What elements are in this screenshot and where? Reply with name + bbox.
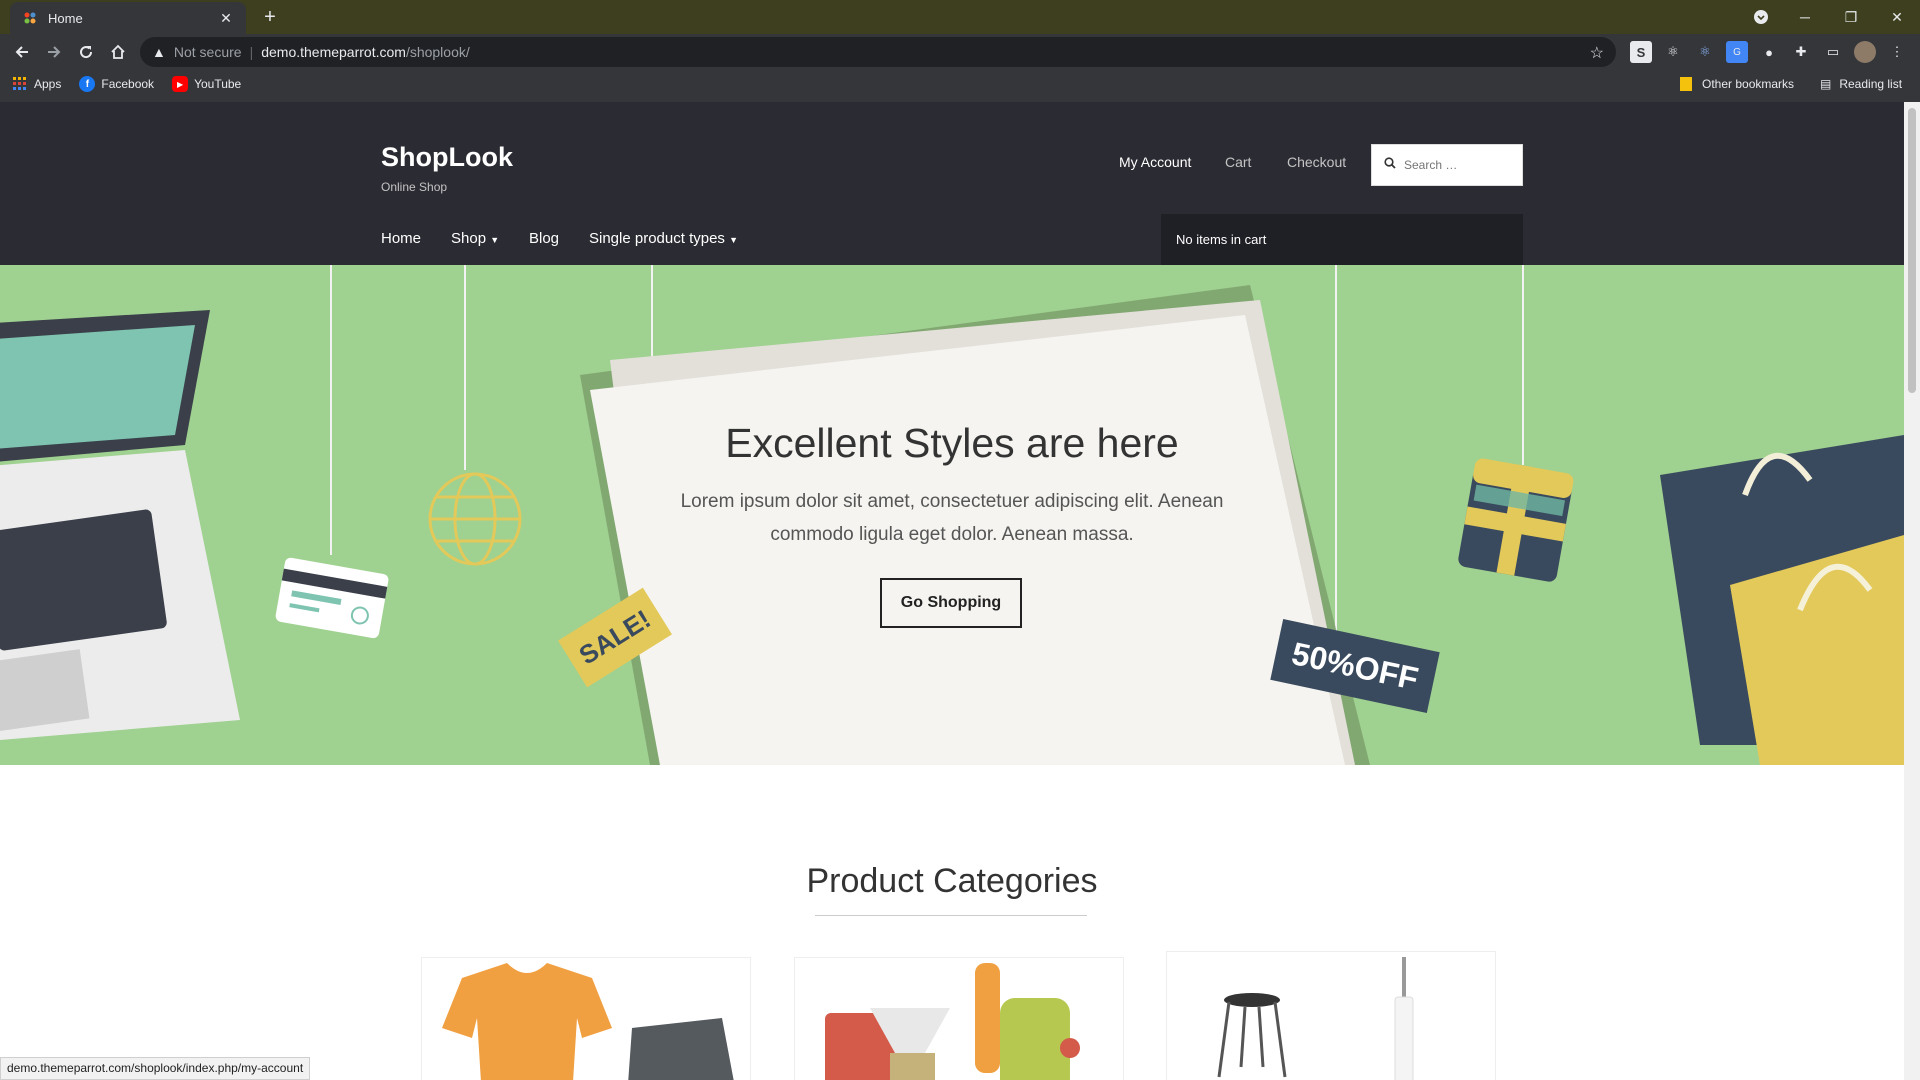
search-box[interactable] <box>1371 144 1523 186</box>
hero-text: Lorem ipsum dolor sit amet, consectetuer… <box>680 491 1224 545</box>
mini-cart[interactable]: No items in cart <box>1161 214 1523 265</box>
hero-banner: SALE! 50%OFF Excellent Styles are here L… <box>0 265 1904 765</box>
site-title[interactable]: ShopLook <box>381 142 513 173</box>
address-bar[interactable]: ▲ Not secure | demo.themeparrot.com/shop… <box>140 37 1616 67</box>
laptop-illustration <box>0 310 240 740</box>
translate-extension-icon[interactable]: G <box>1726 41 1748 63</box>
profile-avatar[interactable] <box>1854 41 1876 63</box>
cart-status: No items in cart <box>1176 232 1267 247</box>
tab-title: Home <box>48 10 83 26</box>
react-devtools-icon[interactable]: ⚛ <box>1662 41 1684 63</box>
hero-title: Excellent Styles are here <box>725 420 1179 466</box>
bookmark-facebook[interactable]: f Facebook <box>79 76 154 92</box>
gift-illustration <box>1458 458 1574 582</box>
security-label: Not secure <box>173 44 242 60</box>
nav-checkout[interactable]: Checkout <box>1287 154 1346 170</box>
product-categories-title: Product Categories <box>806 862 1098 900</box>
extensions-puzzle-icon[interactable]: ✚ <box>1790 41 1812 63</box>
joomla-favicon-icon <box>22 10 38 26</box>
other-bookmarks-label: Other bookmarks <box>1702 77 1795 91</box>
url-host: demo.themeparrot.com <box>261 44 406 60</box>
close-tab-icon[interactable]: ✕ <box>218 10 234 27</box>
section-divider <box>815 915 1087 916</box>
minimize-icon[interactable]: ─ <box>1782 0 1828 34</box>
clothing-image <box>442 963 734 1080</box>
scrollbar-thumb[interactable] <box>1908 108 1916 393</box>
nav-my-account[interactable]: My Account <box>1119 154 1191 170</box>
other-bookmarks[interactable]: Other bookmarks <box>1680 70 1794 98</box>
cast-icon[interactable]: ▭ <box>1822 41 1844 63</box>
bookmark-label: Apps <box>34 77 62 91</box>
site-description: Online Shop <box>381 180 448 194</box>
color-picker-extension-icon[interactable]: ● <box>1758 41 1780 63</box>
site-header: ShopLook Online Shop My Account Cart Che… <box>0 102 1904 265</box>
nav-single-label: Single product types <box>589 230 725 247</box>
web-page: ShopLook Online Shop My Account Cart Che… <box>0 102 1904 1080</box>
nav-single-product-types[interactable]: Single product types ▼ <box>589 230 738 247</box>
home-icon[interactable] <box>102 36 134 68</box>
category-card-clothing[interactable] <box>421 957 751 1080</box>
forward-icon[interactable] <box>38 36 70 68</box>
menu-kebab-icon[interactable]: ⋮ <box>1886 41 1908 63</box>
reading-list[interactable]: ▤ Reading list <box>1820 70 1902 98</box>
search-input[interactable] <box>1404 158 1514 172</box>
status-bar-url: demo.themeparrot.com/shoplook/index.php/… <box>0 1057 311 1080</box>
category-card-kitchen[interactable] <box>794 957 1124 1080</box>
credit-card-illustration <box>275 557 389 639</box>
bookmark-label: Facebook <box>101 77 155 91</box>
warning-icon: ▲ <box>152 44 166 60</box>
nav-home[interactable]: Home <box>381 230 421 247</box>
bookmarks-bar: Apps f Facebook ▶ YouTube Other bookmark… <box>0 70 1920 98</box>
back-icon[interactable] <box>6 36 38 68</box>
react-extension-icon[interactable]: ⚛ <box>1694 41 1716 63</box>
kitchen-image <box>825 963 1080 1080</box>
discount-tag-text: 50%OFF <box>1288 634 1422 697</box>
close-window-icon[interactable]: ✕ <box>1874 0 1920 34</box>
url-path: /shoplook/ <box>405 44 470 60</box>
go-shopping-button[interactable]: Go Shopping <box>880 578 1022 628</box>
tab-strip: Home ✕ + ─ ❐ ✕ <box>0 0 1920 34</box>
reload-icon[interactable] <box>70 36 102 68</box>
nav-shop-label: Shop <box>451 230 487 247</box>
bookmark-youtube[interactable]: ▶ YouTube <box>172 76 241 92</box>
bookmark-apps[interactable]: Apps <box>12 76 61 92</box>
furniture-image <box>1217 957 1414 1080</box>
caret-down-icon: ▼ <box>490 235 500 245</box>
extensions-area: S ⚛ ⚛ G ● ✚ ▭ ⋮ <box>1630 34 1908 70</box>
nav-cart[interactable]: Cart <box>1225 154 1251 170</box>
search-icon <box>1384 156 1396 174</box>
bookmark-star-icon[interactable]: ☆ <box>1590 43 1604 63</box>
url-separator: | <box>249 44 254 60</box>
tab-home[interactable]: Home ✕ <box>10 2 246 34</box>
folder-icon <box>1680 77 1692 91</box>
nav-blog[interactable]: Blog <box>529 230 559 247</box>
skype-extension-icon[interactable]: S <box>1630 41 1652 63</box>
bookmark-label: YouTube <box>194 77 242 91</box>
browser-chrome: Home ✕ + ─ ❐ ✕ ▲ Not secure | demo.theme… <box>0 0 1920 102</box>
globe-illustration <box>428 472 522 566</box>
facebook-icon: f <box>79 76 96 92</box>
restore-icon[interactable]: ❐ <box>1828 0 1874 34</box>
category-card-furniture[interactable] <box>1166 951 1496 1080</box>
shopping-bags-illustration <box>1660 435 1904 765</box>
nav-shop[interactable]: Shop ▼ <box>451 230 499 247</box>
profile-dropdown-icon[interactable] <box>1738 0 1784 34</box>
apps-grid-icon <box>12 76 28 92</box>
page-scrollbar[interactable] <box>1904 102 1920 1080</box>
reading-list-label: Reading list <box>1839 77 1903 91</box>
reading-list-icon: ▤ <box>1820 77 1832 91</box>
caret-down-icon: ▼ <box>729 235 739 245</box>
youtube-icon: ▶ <box>172 76 189 92</box>
new-tab-button[interactable]: + <box>258 5 282 29</box>
